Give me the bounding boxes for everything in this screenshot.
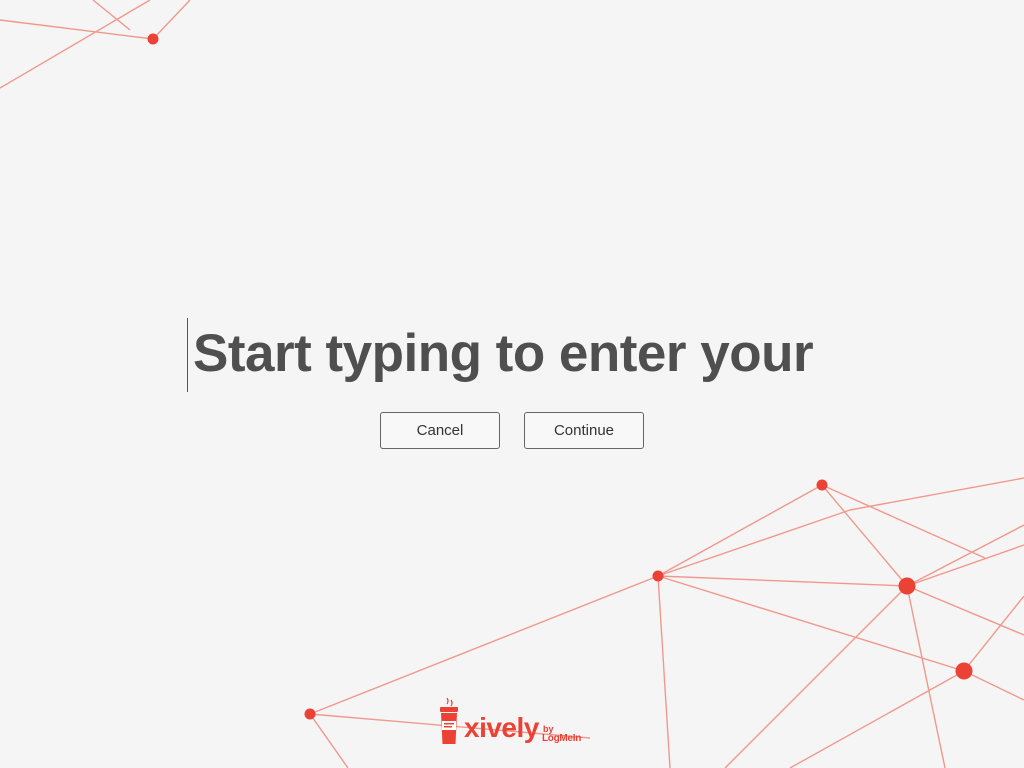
network-line — [657, 575, 671, 768]
network-line — [152, 0, 191, 40]
network-line — [906, 585, 1024, 636]
network-line — [789, 670, 965, 768]
coffee-cup-logo-icon — [440, 697, 458, 744]
network-line — [657, 484, 823, 577]
continue-button[interactable]: Continue — [524, 412, 644, 449]
network-line — [849, 477, 1024, 511]
cancel-button[interactable]: Cancel — [380, 412, 500, 449]
network-node — [652, 570, 664, 582]
network-line — [724, 585, 908, 768]
network-line — [821, 484, 908, 587]
network-node — [147, 33, 159, 45]
network-bottom-right — [304, 477, 1024, 768]
brand-wordmark: xively — [464, 712, 539, 743]
network-line — [906, 544, 1024, 587]
network-line — [309, 713, 349, 768]
network-node — [816, 479, 828, 491]
network-line — [963, 595, 1024, 672]
xively-logo: xively by LogMeIn — [436, 697, 596, 749]
network-line — [821, 484, 986, 559]
network-node — [304, 708, 316, 720]
brand-company: LogMeIn — [542, 733, 582, 744]
setup-screen: Start typing to enter your Cancel Contin… — [0, 0, 1024, 768]
text-caret — [187, 318, 188, 392]
network-node — [898, 577, 916, 595]
network-line — [0, 0, 151, 89]
network-top-left — [0, 0, 191, 89]
network-line — [906, 585, 946, 768]
network-line — [906, 524, 1024, 587]
network-node — [955, 662, 973, 680]
network-line — [309, 575, 659, 715]
network-line — [657, 509, 851, 577]
network-line — [963, 670, 1024, 701]
network-line — [657, 575, 908, 587]
name-entry-field[interactable]: Start typing to enter your — [187, 318, 887, 392]
prompt-text: Start typing to enter your — [193, 324, 814, 383]
